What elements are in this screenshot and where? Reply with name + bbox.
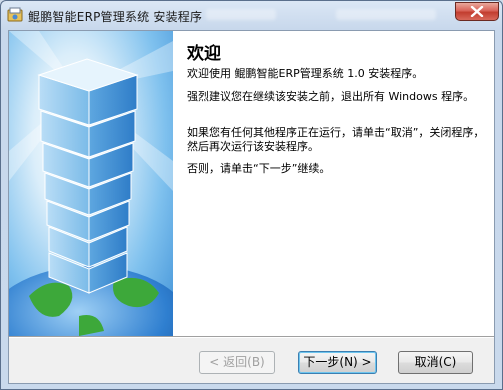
welcome-content: 欢迎 欢迎使用 鲲鹏智能ERP管理系统 1.0 安装程序。 强烈建议您在继续该安… bbox=[173, 31, 494, 336]
welcome-heading: 欢迎 bbox=[187, 44, 221, 64]
close-button[interactable] bbox=[455, 2, 499, 21]
back-button[interactable]: < 返回(B) bbox=[199, 351, 275, 374]
cancel-button[interactable]: 取消(C) bbox=[398, 351, 473, 374]
wizard-client-area: 欢迎 欢迎使用 鲲鹏智能ERP管理系统 1.0 安装程序。 强烈建议您在继续该安… bbox=[8, 30, 495, 384]
next-button[interactable]: 下一步(N) > bbox=[298, 351, 377, 374]
welcome-text: 欢迎使用 鲲鹏智能ERP管理系统 1.0 安装程序。 bbox=[187, 67, 424, 80]
close-programs-advice: 强烈建议您在继续该安装之前，退出所有 Windows 程序。 bbox=[187, 90, 475, 103]
installer-icon bbox=[7, 7, 23, 23]
next-instruction: 否则，请单击“下一步”继续。 bbox=[187, 162, 331, 175]
close-icon bbox=[470, 6, 484, 17]
wizard-banner-image bbox=[9, 31, 173, 336]
installer-window: 鲲鹏智能ERP管理系统 安装程序 欢迎 欢迎使用 鲲鹏智能ERP管理系统 1.0… bbox=[0, 0, 503, 390]
button-separator bbox=[9, 336, 494, 338]
background-window-blur bbox=[336, 9, 436, 20]
title-bar[interactable]: 鲲鹏智能ERP管理系统 安装程序 bbox=[1, 1, 502, 30]
window-title: 鲲鹏智能ERP管理系统 安装程序 bbox=[28, 10, 203, 24]
cancel-instruction: 如果您有任何其他程序正在运行，请单击“取消”，关闭程序，然后再次运行该安装程序。 bbox=[187, 126, 485, 153]
background-window-blur bbox=[206, 9, 276, 20]
